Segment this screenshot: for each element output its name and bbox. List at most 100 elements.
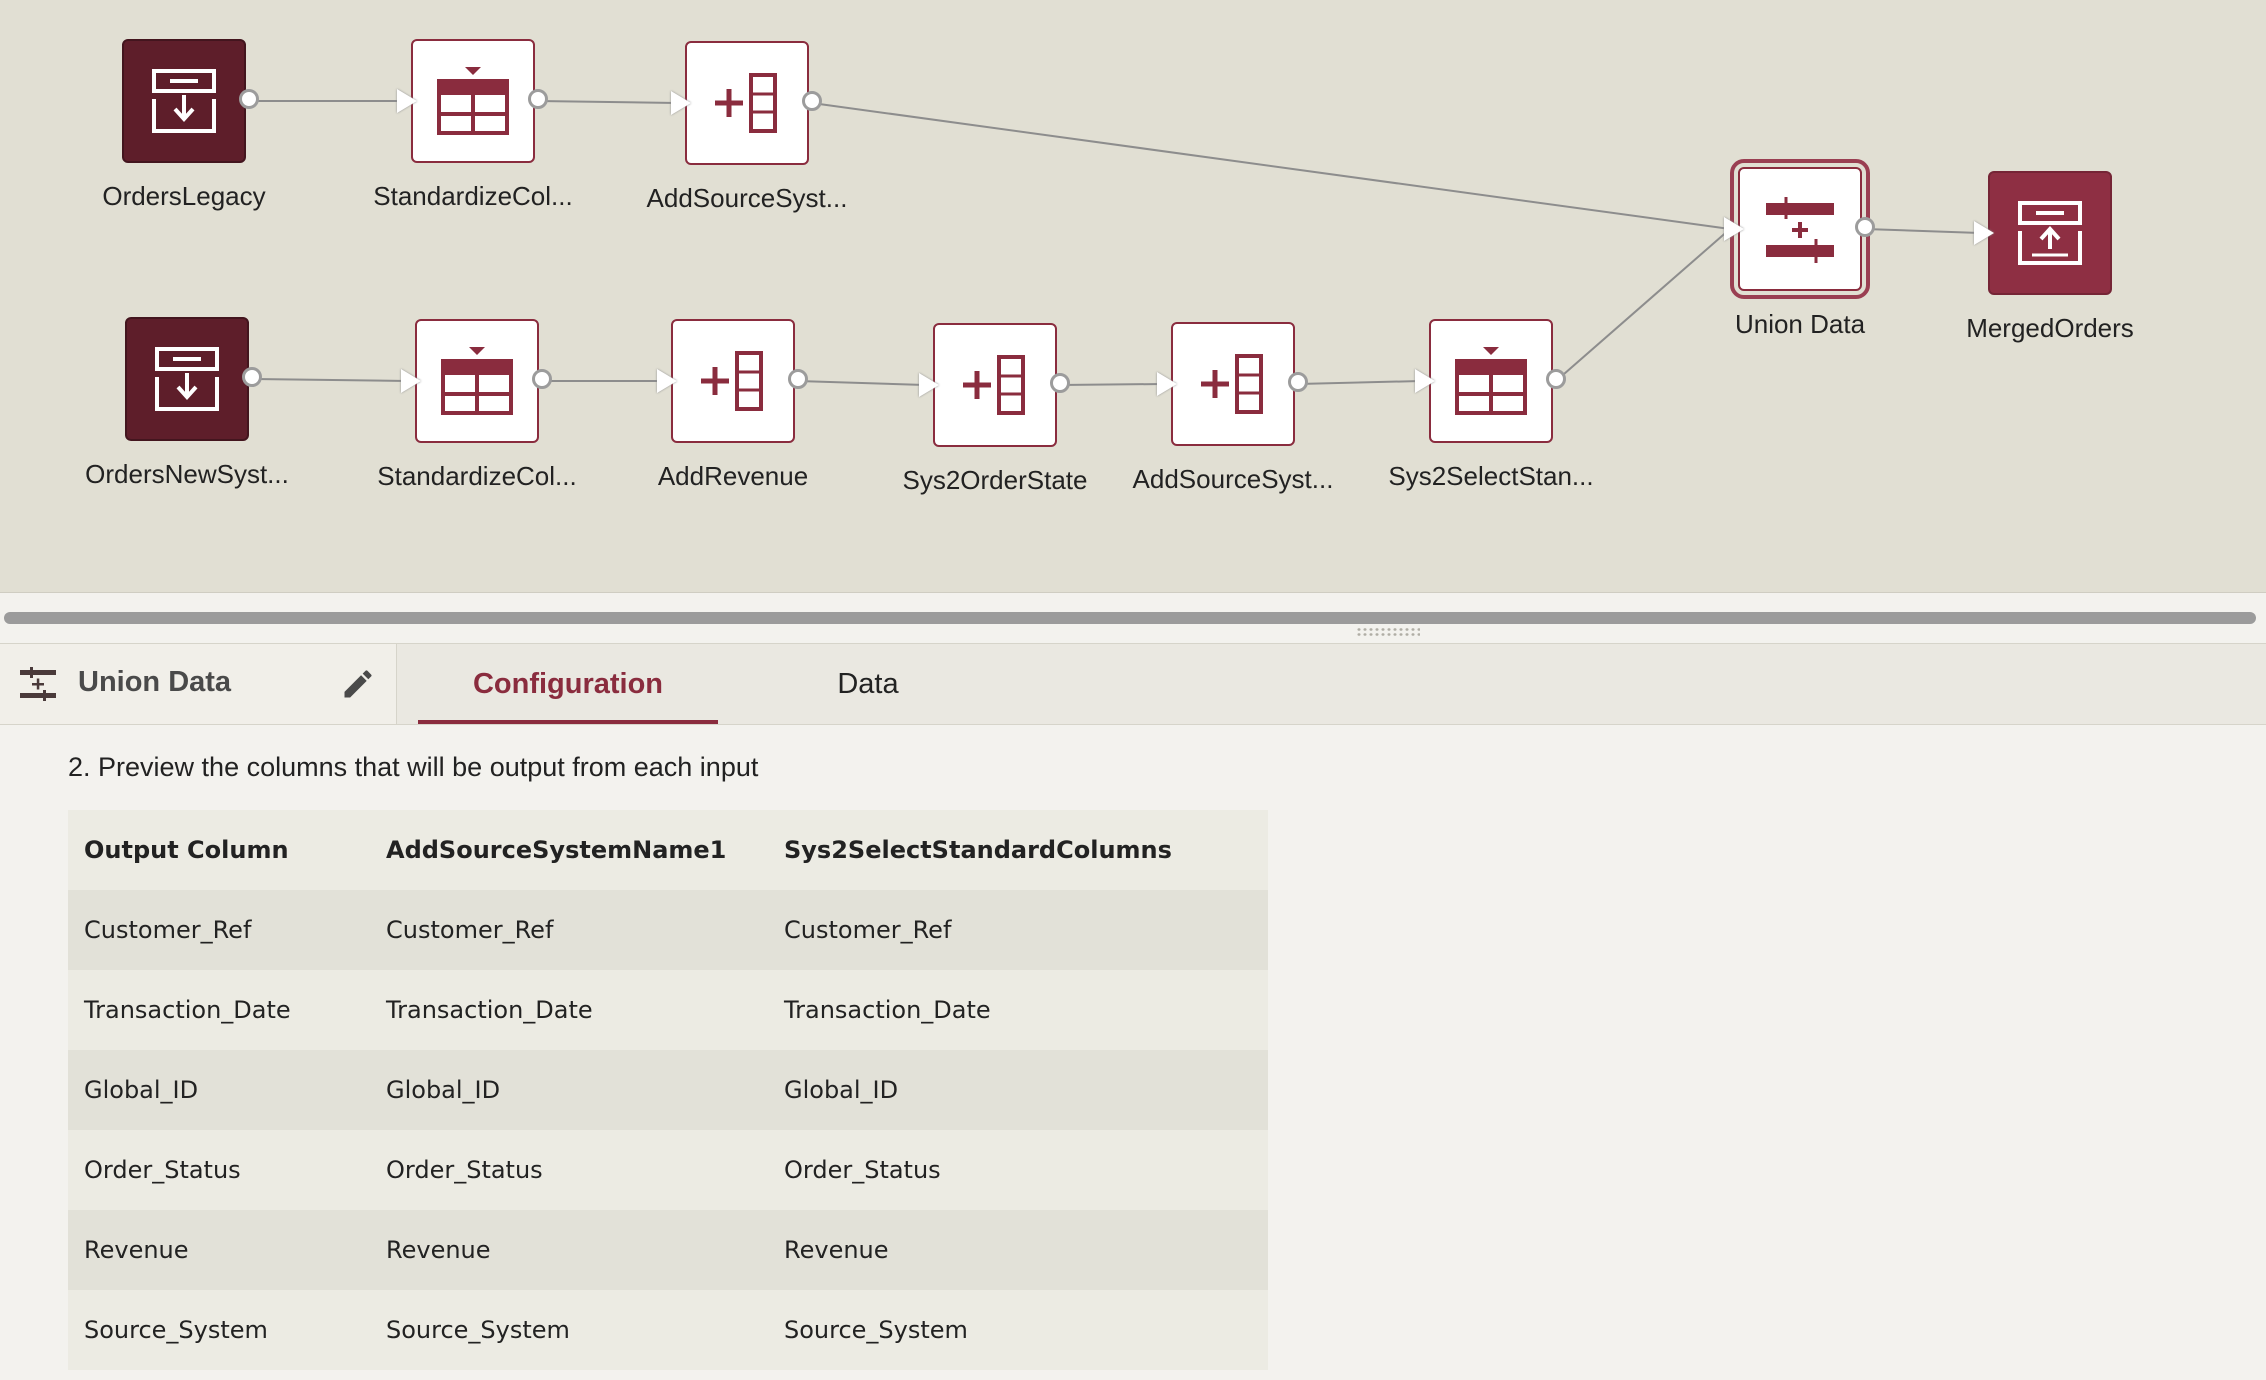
edge-addRevenue-to-sys2OrderState[interactable] — [797, 380, 926, 386]
table-cell: Order_Status — [68, 1130, 370, 1210]
table-cell: Source_System — [68, 1290, 370, 1370]
workflow-canvas[interactable]: OrdersLegacy StandardizeCol... AddSourceSy… — [0, 0, 2266, 593]
node-box[interactable] — [685, 41, 809, 165]
node-box[interactable] — [1429, 319, 1553, 443]
column-header: Sys2SelectStandardColumns — [768, 810, 1268, 890]
tab-data[interactable]: Data — [768, 644, 968, 724]
node-label: AddSourceSyst... — [1132, 464, 1334, 494]
output-port[interactable] — [532, 369, 552, 389]
table-row: Source_System Source_System Source_Syste… — [68, 1290, 1268, 1370]
configuration-content: 2. Preview the columns that will be outp… — [0, 724, 2266, 1380]
table-header-row: Output Column AddSourceSystemName1 Sys2S… — [68, 810, 1268, 890]
table-cell: Revenue — [68, 1210, 370, 1290]
input-data-icon — [155, 347, 219, 411]
add-column-icon — [1201, 354, 1263, 414]
table-row: Customer_Ref Customer_Ref Customer_Ref — [68, 890, 1268, 970]
node-label: MergedOrders — [1966, 313, 2134, 343]
table-row: Transaction_Date Transaction_Date Transa… — [68, 970, 1268, 1050]
node-title: Union Data — [78, 666, 232, 698]
input-port[interactable] — [657, 369, 677, 393]
table-cell: Customer_Ref — [370, 890, 768, 970]
edge-stdCol1-to-addSrc1[interactable] — [537, 100, 678, 104]
input-port[interactable] — [1157, 372, 1177, 396]
table-cell: Customer_Ref — [68, 890, 370, 970]
table-row: Global_ID Global_ID Global_ID — [68, 1050, 1268, 1130]
node-box[interactable] — [1171, 322, 1295, 446]
canvas-horizontal-scrollbar[interactable] — [4, 612, 2256, 624]
node-box[interactable] — [122, 39, 246, 163]
edge-addSrc2-to-sys2Select[interactable] — [1297, 380, 1422, 385]
table-row: Order_Status Order_Status Order_Status — [68, 1130, 1268, 1210]
output-port[interactable] — [1546, 369, 1566, 389]
table-cell: Source_System — [370, 1290, 768, 1370]
properties-panel-header: Union Data Configuration Data — [0, 643, 2266, 725]
table-cell: Revenue — [768, 1210, 1268, 1290]
output-data-icon — [2018, 201, 2082, 265]
node-box[interactable] — [933, 323, 1057, 447]
table-cell: Revenue — [370, 1210, 768, 1290]
node-label: StandardizeCol... — [377, 461, 577, 491]
input-port[interactable] — [397, 89, 417, 113]
panel-resize-handle[interactable] — [1356, 627, 1420, 637]
add-column-icon — [963, 355, 1025, 415]
node-label: OrdersNewSyst... — [85, 459, 289, 489]
output-port[interactable] — [1050, 373, 1070, 393]
node-label: Sys2SelectStan... — [1388, 461, 1594, 491]
union-icon — [1766, 197, 1834, 263]
edge-sys2OrderState-to-addSrc2[interactable] — [1059, 383, 1164, 386]
column-header: AddSourceSystemName1 — [370, 810, 768, 890]
table-cell: Order_Status — [370, 1130, 768, 1210]
add-column-icon — [701, 351, 763, 411]
column-header: Output Column — [68, 810, 370, 890]
output-port[interactable] — [788, 369, 808, 389]
input-port[interactable] — [919, 373, 939, 397]
table-cell: Customer_Ref — [768, 890, 1268, 970]
workflow-edges — [249, 100, 1981, 386]
step-instruction: 2. Preview the columns that will be outp… — [68, 752, 759, 782]
node-label: OrdersLegacy — [102, 181, 266, 211]
node-box[interactable] — [1988, 171, 2112, 295]
output-port[interactable] — [802, 91, 822, 111]
table-row: Revenue Revenue Revenue — [68, 1210, 1268, 1290]
union-icon — [20, 667, 56, 701]
input-port[interactable] — [1724, 217, 1744, 241]
node-box[interactable] — [671, 319, 795, 443]
input-data-icon — [152, 69, 216, 133]
select-columns-icon — [441, 347, 513, 415]
output-port[interactable] — [239, 89, 259, 109]
table-cell: Global_ID — [768, 1050, 1268, 1130]
node-box[interactable] — [411, 39, 535, 163]
table-cell: Source_System — [768, 1290, 1268, 1370]
edge-sys2Select-to-unionData[interactable] — [1555, 228, 1731, 382]
input-port[interactable] — [1974, 221, 1994, 245]
output-port[interactable] — [242, 367, 262, 387]
input-port[interactable] — [401, 369, 421, 393]
node-box[interactable] — [125, 317, 249, 441]
table-cell: Transaction_Date — [68, 970, 370, 1050]
output-port[interactable] — [1288, 372, 1308, 392]
output-port[interactable] — [528, 89, 548, 109]
select-columns-icon — [1455, 347, 1527, 415]
edge-addSrc1-to-unionData[interactable] — [811, 102, 1731, 230]
table-cell: Transaction_Date — [370, 970, 768, 1050]
edge-unionData-to-mergedOrders[interactable] — [1864, 228, 1981, 234]
node-box[interactable] — [415, 319, 539, 443]
pencil-edit-icon[interactable] — [340, 666, 376, 702]
node-label: AddRevenue — [657, 461, 809, 491]
table-cell: Global_ID — [68, 1050, 370, 1130]
columns-preview-table: Output Column AddSourceSystemName1 Sys2S… — [68, 810, 1268, 1370]
node-label: StandardizeCol... — [373, 181, 573, 211]
output-port[interactable] — [1855, 217, 1875, 237]
node-title-box: Union Data — [0, 644, 397, 724]
node-label: AddSourceSyst... — [646, 183, 848, 213]
tab-configuration[interactable]: Configuration — [418, 644, 718, 724]
table-cell: Order_Status — [768, 1130, 1268, 1210]
edge-ordersNew-to-stdCol2[interactable] — [251, 378, 408, 382]
input-port[interactable] — [1415, 369, 1435, 393]
table-cell: Transaction_Date — [768, 970, 1268, 1050]
table-cell: Global_ID — [370, 1050, 768, 1130]
select-columns-icon — [437, 67, 509, 135]
add-column-icon — [715, 73, 777, 133]
input-port[interactable] — [671, 91, 691, 115]
node-box[interactable] — [1730, 159, 1870, 299]
